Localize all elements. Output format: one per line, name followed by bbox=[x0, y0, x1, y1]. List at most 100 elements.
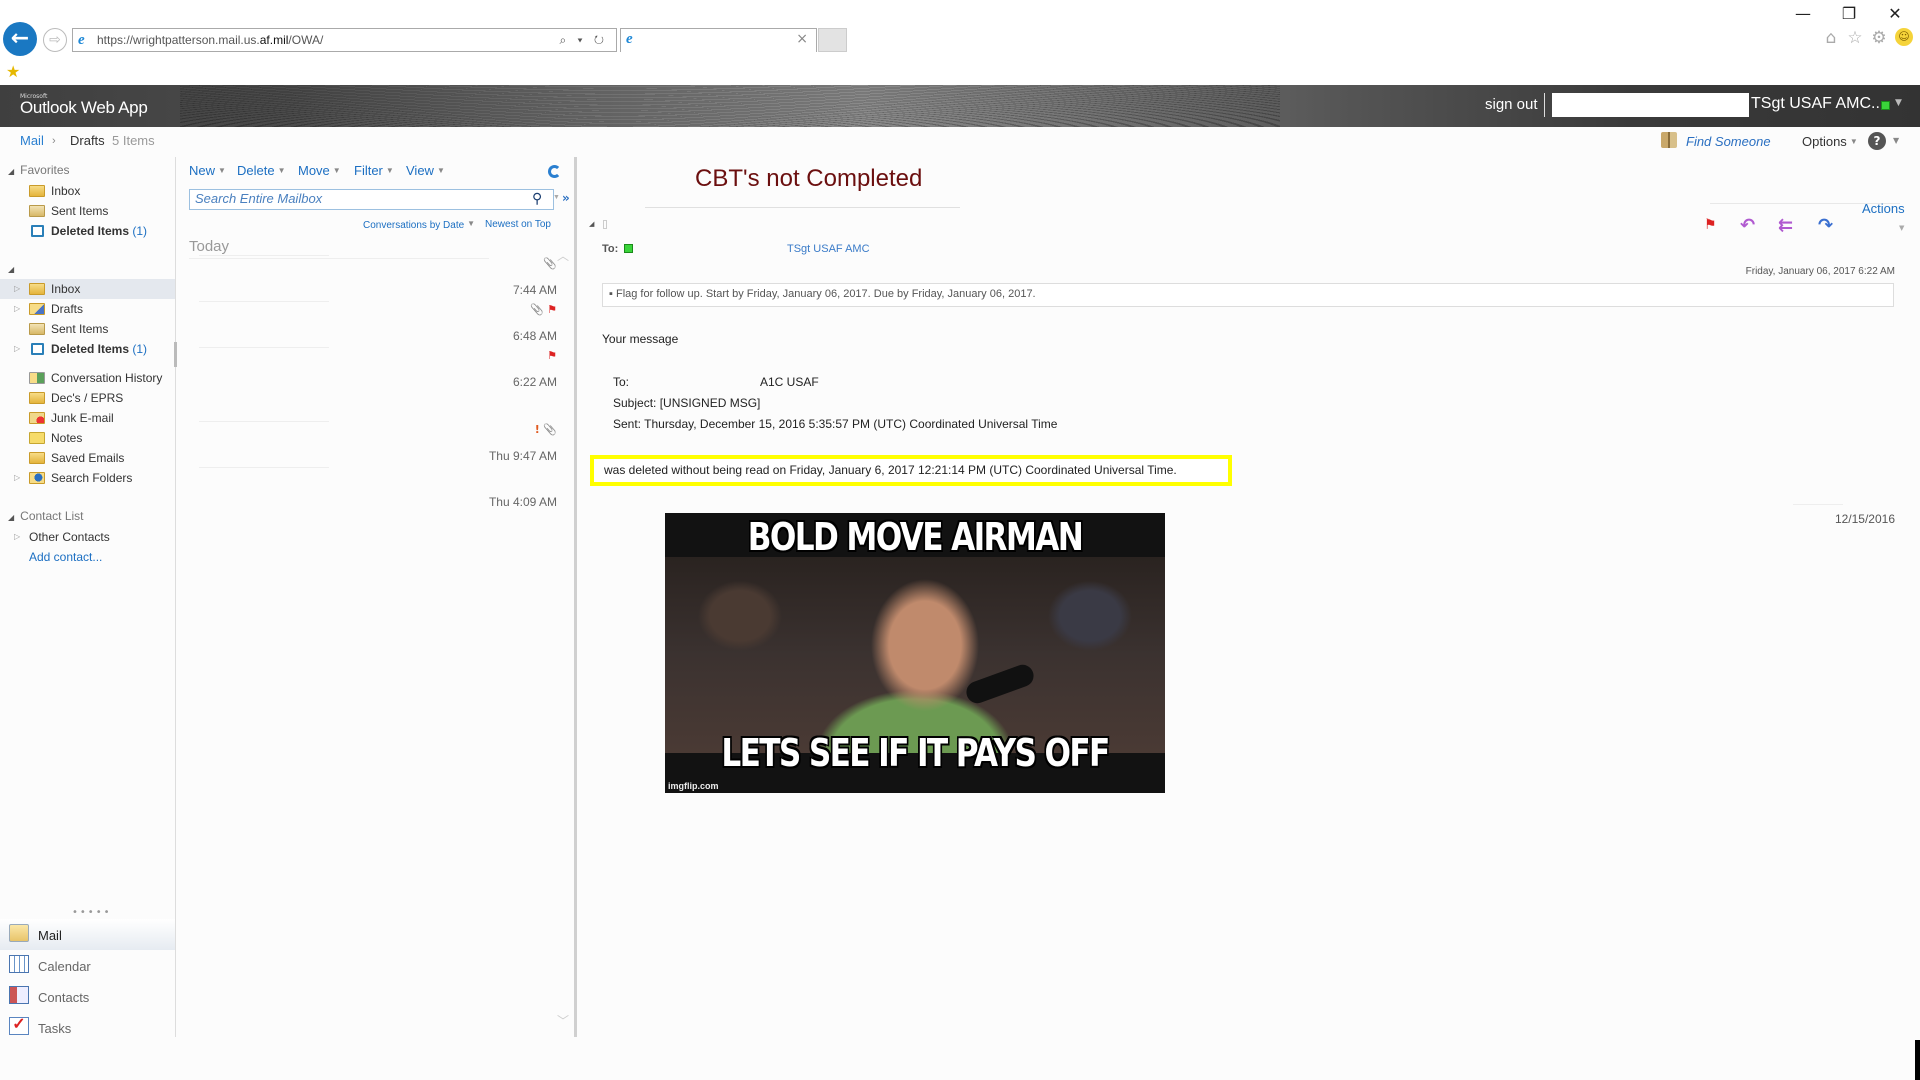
delete-button[interactable]: Delete ▼ bbox=[237, 163, 286, 178]
options-menu[interactable]: Options ▼ bbox=[1802, 134, 1858, 149]
message-row[interactable]: Thu 4:09 AM bbox=[177, 467, 557, 513]
folder-decs-eprs[interactable]: Dec's / EPRS bbox=[0, 388, 175, 408]
message-list-pane: New ▼ Delete ▼ Move ▼ Filter ▼ View ▼ Search … bbox=[177, 157, 577, 1037]
folder-sent-items[interactable]: Sent Items bbox=[0, 319, 175, 339]
sort-order-toggle[interactable]: Newest on Top bbox=[485, 219, 551, 230]
breadcrumb-mail[interactable]: Mail bbox=[20, 133, 44, 148]
favorite-deleted-items[interactable]: Deleted Items (1) bbox=[0, 221, 175, 241]
folder-saved-emails[interactable]: Saved Emails bbox=[0, 448, 175, 468]
feedback-smiley-icon[interactable]: ☺ bbox=[1895, 28, 1913, 46]
message-row[interactable]: ! 📎 Thu 9:47 AM bbox=[177, 421, 557, 467]
favorite-inbox[interactable]: Inbox bbox=[0, 181, 175, 201]
add-contact-link[interactable]: Add contact... bbox=[29, 550, 102, 564]
contact-list-header[interactable]: ◢ Contact List bbox=[8, 509, 84, 523]
other-contacts[interactable]: ▷ Other Contacts bbox=[0, 527, 175, 547]
forward-button[interactable]: ⇨ bbox=[43, 28, 67, 52]
folder-inbox[interactable]: ▷ Inbox bbox=[0, 279, 175, 299]
expand-icon[interactable]: ▷ bbox=[14, 468, 20, 488]
scroll-up-icon[interactable]: ︿ bbox=[557, 247, 569, 264]
new-button[interactable]: New ▼ bbox=[189, 163, 226, 178]
notes-icon bbox=[29, 432, 45, 444]
folder-drafts[interactable]: ▷ Drafts bbox=[0, 299, 175, 319]
bullet: ▪ bbox=[609, 288, 616, 300]
find-someone-link[interactable]: Find Someone bbox=[1686, 134, 1771, 149]
favorites-bar-icon[interactable]: ★ bbox=[6, 62, 20, 81]
resize-grip[interactable]: ••••• bbox=[72, 907, 112, 918]
folder-notes[interactable]: Notes bbox=[0, 428, 175, 448]
calendar-icon bbox=[9, 955, 29, 973]
forward-icon[interactable]: ↷ bbox=[1818, 215, 1833, 236]
restore-button[interactable]: ❐ bbox=[1834, 4, 1864, 23]
divider bbox=[199, 467, 329, 468]
header-divider bbox=[1544, 93, 1545, 117]
search-input[interactable]: Search Entire Mailbox ⚲ ▼ bbox=[189, 189, 560, 210]
chevron-down-icon: ▼ bbox=[332, 166, 341, 175]
nav-calendar[interactable]: Calendar bbox=[0, 950, 175, 981]
message-row[interactable]: 📎 7:44 AM bbox=[177, 255, 557, 301]
folder-conversation-history[interactable]: Conversation History bbox=[0, 368, 175, 388]
filter-button[interactable]: Filter ▼ bbox=[354, 163, 394, 178]
browser-tab[interactable]: e × bbox=[620, 28, 817, 52]
message-time: 7:44 AM bbox=[512, 283, 557, 297]
folder-icon bbox=[29, 452, 45, 464]
chevron-down-icon[interactable]: ▼ bbox=[553, 194, 560, 201]
presence-icon[interactable] bbox=[1881, 101, 1890, 110]
collapse-header-icon[interactable]: ◢ bbox=[589, 220, 594, 228]
nav-tasks[interactable]: ✓ Tasks bbox=[0, 1012, 175, 1043]
favorites-header[interactable]: ◢ Favorites bbox=[8, 163, 70, 177]
sender-placeholder bbox=[603, 220, 607, 229]
expand-icon[interactable]: ▷ bbox=[14, 339, 20, 359]
help-icon[interactable]: ? bbox=[1868, 132, 1886, 150]
address-book-icon[interactable] bbox=[1661, 132, 1677, 148]
attachment-icon: 📎 bbox=[543, 257, 557, 270]
expand-icon[interactable]: ▷ bbox=[14, 527, 20, 547]
settings-gear-icon[interactable]: ⚙ bbox=[1868, 28, 1890, 48]
view-button[interactable]: View ▼ bbox=[406, 163, 445, 178]
user-name[interactable]: TSgt USAF AMC... bbox=[1751, 95, 1884, 113]
sign-out-link[interactable]: sign out bbox=[1485, 96, 1538, 113]
search-icon[interactable]: ⚲ bbox=[532, 190, 542, 207]
flag-icon[interactable]: ⚑ bbox=[544, 303, 557, 316]
message-row[interactable]: 📎 ⚑ 6:48 AM bbox=[177, 301, 557, 347]
sort-by-dropdown[interactable]: Conversations by Date ▼ bbox=[363, 219, 475, 231]
attachment-icon: 📎 bbox=[529, 303, 544, 316]
breadcrumb-separator: › bbox=[52, 135, 56, 147]
folder-deleted-items[interactable]: ▷ Deleted Items (1) bbox=[0, 339, 175, 359]
home-icon[interactable]: ⌂ bbox=[1820, 28, 1842, 48]
body-to-label: To: bbox=[613, 375, 630, 389]
tab-close-icon[interactable]: × bbox=[796, 31, 808, 47]
nav-contacts[interactable]: Contacts bbox=[0, 981, 175, 1012]
expand-search-icon[interactable]: » bbox=[562, 191, 570, 205]
scroll-down-icon[interactable]: ﹀ bbox=[557, 1012, 569, 1029]
mailbox-header[interactable]: ◢ bbox=[8, 261, 20, 275]
divider bbox=[1793, 504, 1843, 505]
chevron-down-icon[interactable]: ▼ bbox=[1895, 98, 1902, 108]
recipient-link[interactable]: TSgt USAF AMC bbox=[787, 243, 870, 255]
back-button[interactable]: ← bbox=[3, 22, 37, 56]
nav-mail[interactable]: Mail bbox=[0, 919, 175, 950]
address-tools[interactable]: ⌕ ▾ ↻ bbox=[559, 29, 608, 51]
reply-all-icon[interactable]: ⇇ bbox=[1778, 215, 1793, 236]
expand-icon[interactable]: ▷ bbox=[14, 299, 20, 319]
flag-icon[interactable]: ⚑ bbox=[547, 349, 557, 362]
mail-icon bbox=[9, 924, 29, 942]
new-tab-button[interactable] bbox=[818, 28, 847, 52]
reply-icon[interactable]: ↶ bbox=[1740, 215, 1755, 236]
expand-icon[interactable]: ▷ bbox=[14, 279, 20, 299]
folder-search-folders[interactable]: ▷ Search Folders bbox=[0, 468, 175, 488]
message-status-icons: 📎 ⚑ bbox=[530, 303, 557, 316]
favorites-icon[interactable]: ☆ bbox=[1844, 28, 1866, 48]
actions-menu[interactable]: Actions bbox=[1862, 201, 1905, 216]
folder-junk-email[interactable]: Junk E-mail bbox=[0, 408, 175, 428]
chevron-down-icon[interactable]: ▼ bbox=[1899, 224, 1904, 232]
close-window-button[interactable]: ✕ bbox=[1880, 4, 1910, 23]
move-button[interactable]: Move ▼ bbox=[298, 163, 341, 178]
message-row[interactable]: ⚑ 6:22 AM bbox=[177, 347, 557, 393]
quoted-date: 12/15/2016 bbox=[1834, 512, 1895, 526]
chevron-down-icon[interactable]: ▼ bbox=[1893, 136, 1899, 145]
address-bar[interactable]: e https://wrightpatterson.mail.us.af.mil… bbox=[72, 28, 617, 52]
favorite-sent-items[interactable]: Sent Items bbox=[0, 201, 175, 221]
minimize-button[interactable]: — bbox=[1788, 4, 1818, 23]
flag-icon[interactable]: ⚑ bbox=[1704, 217, 1717, 233]
refresh-icon[interactable] bbox=[548, 165, 561, 178]
